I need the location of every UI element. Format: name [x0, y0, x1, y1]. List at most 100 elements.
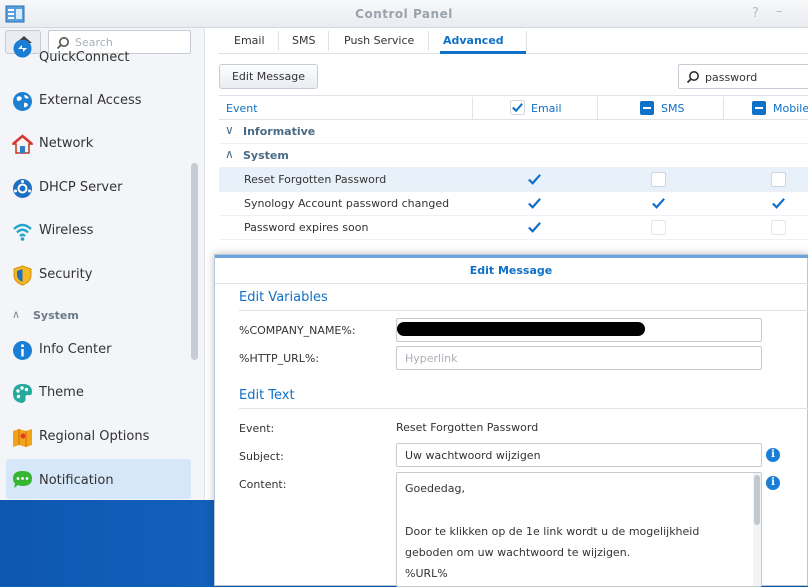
sidebar-item-label: Wireless [39, 223, 94, 238]
column-event[interactable]: Event [226, 102, 258, 115]
group-row-system[interactable]: ∧ System [219, 144, 808, 168]
sidebar-item-regional-options[interactable]: Regional Options [0, 419, 191, 455]
edit-variables-heading: Edit Variables [239, 290, 328, 305]
mobile-partial-checkbox[interactable] [752, 101, 766, 115]
sms-checkbox[interactable] [651, 172, 666, 187]
sidebar-item-external-access[interactable]: External Access [0, 83, 191, 119]
sidebar-item-wireless[interactable]: Wireless [0, 213, 191, 249]
sidebar-item-label: QuickConnect [39, 50, 130, 65]
chevron-down-icon: ∨ [225, 123, 234, 137]
active-tab-indicator [440, 51, 526, 54]
sidebar-item-security[interactable]: Security [0, 257, 191, 293]
sidebar-item-notification[interactable]: Notification [6, 459, 191, 499]
edit-message-button[interactable]: Edit Message [219, 64, 318, 89]
column-email[interactable]: Email [531, 102, 562, 115]
event-search-value: password [705, 71, 758, 84]
sms-checkbox[interactable] [651, 220, 666, 235]
company-name-field[interactable] [396, 318, 762, 342]
event-name: Synology Account password changed [244, 197, 450, 210]
table-row[interactable]: Password expires soon [219, 216, 808, 240]
tab-email[interactable]: Email [234, 34, 265, 47]
window-title: Control Panel [355, 7, 453, 21]
sms-checkbox[interactable] [651, 196, 666, 211]
tab-bar: Email SMS Push Service Advanced [218, 28, 808, 54]
event-name: Reset Forgotten Password [244, 173, 387, 186]
edit-text-heading: Edit Text [239, 388, 295, 403]
email-checkbox[interactable] [527, 172, 542, 187]
event-name: Password expires soon [244, 221, 369, 234]
sidebar-item-label: Regional Options [39, 429, 150, 444]
content-textarea[interactable]: Goededag, Door te klikken op de 1e link … [396, 472, 762, 587]
palette-icon [13, 384, 32, 403]
table-row[interactable]: Synology Account password changed [219, 192, 808, 216]
sidebar-group-label: System [33, 309, 79, 322]
grid-header: Event Email SMS Mobile [219, 95, 808, 120]
sidebar-group-system[interactable]: ∧ System [0, 304, 191, 326]
events-grid: Event Email SMS Mobile ∨ Informative ∧ S… [219, 95, 808, 267]
content-line: Goededag, [405, 482, 465, 495]
tab-sms[interactable]: SMS [292, 34, 315, 47]
event-search-input[interactable]: password [678, 64, 808, 89]
quickconnect-icon [13, 40, 32, 58]
sidebar-item-label: Notification [39, 473, 114, 488]
chevron-up-icon: ∧ [225, 147, 234, 161]
tab-advanced[interactable]: Advanced [443, 34, 504, 47]
shield-icon [13, 265, 32, 286]
edit-message-dialog: Edit Message Edit Variables %COMPANY_NAM… [214, 254, 808, 587]
email-checkbox[interactable] [527, 196, 542, 211]
group-label: System [243, 149, 289, 162]
http-url-placeholder: Hyperlink [405, 352, 458, 365]
http-url-label: %HTTP_URL%: [239, 352, 320, 365]
dialog-title: Edit Message [469, 264, 553, 277]
dhcp-icon [13, 179, 32, 198]
content-info-icon[interactable]: i [766, 476, 780, 490]
sidebar-scrollbar[interactable] [191, 163, 198, 360]
sidebar-item-label: Network [39, 136, 94, 151]
sidebar-item-label: External Access [39, 93, 142, 108]
house-network-icon [12, 134, 33, 154]
sidebar-item-theme[interactable]: Theme [0, 375, 191, 411]
sidebar-item-dhcp-server[interactable]: DHCP Server [0, 170, 191, 206]
group-row-informative[interactable]: ∨ Informative [219, 120, 808, 144]
mobile-checkbox[interactable] [771, 220, 786, 235]
column-mobile[interactable]: Mobile [773, 102, 808, 115]
sidebar-item-label: Security [39, 267, 93, 282]
subject-info-icon[interactable]: i [766, 448, 780, 462]
minimize-icon[interactable]: – [776, 4, 783, 19]
redacted-value [397, 322, 645, 336]
subject-value: Uw wachtwoord wijzigen [405, 449, 541, 462]
chevron-up-icon: ∧ [12, 308, 21, 321]
dialog-top-border [215, 255, 808, 258]
mobile-checkbox[interactable] [771, 172, 786, 187]
content-line: %URL% [405, 567, 448, 580]
group-label: Informative [243, 125, 316, 138]
map-icon [13, 429, 32, 447]
content-line: geboden om uw wachtwoord te wijzigen. [405, 546, 631, 559]
subject-label: Subject: [239, 450, 284, 463]
email-checkbox[interactable] [527, 220, 542, 235]
subject-field[interactable]: Uw wachtwoord wijzigen [396, 443, 762, 467]
column-sms[interactable]: SMS [661, 102, 684, 115]
title-bar[interactable]: Control Panel ? – [0, 0, 808, 28]
chat-bubble-icon [13, 471, 32, 488]
http-url-field[interactable]: Hyperlink [396, 346, 762, 370]
tab-push-service[interactable]: Push Service [344, 34, 414, 47]
sms-partial-checkbox[interactable] [640, 101, 654, 115]
content-label: Content: [239, 478, 287, 491]
sidebar-item-network[interactable]: Network [0, 126, 191, 162]
info-icon [13, 341, 32, 360]
help-icon[interactable]: ? [752, 6, 759, 21]
event-value: Reset Forgotten Password [396, 421, 539, 434]
sidebar-item-label: Theme [39, 385, 84, 400]
email-all-checkbox[interactable] [510, 100, 525, 115]
event-label: Event: [239, 422, 275, 435]
sidebar-item-quickconnect[interactable]: QuickConnect [0, 40, 191, 66]
table-row[interactable]: Reset Forgotten Password [219, 168, 808, 192]
search-icon [686, 71, 699, 84]
sidebar: Search QuickConnect External Access Netw… [0, 28, 205, 500]
mobile-checkbox[interactable] [771, 196, 786, 211]
sidebar-item-info-center[interactable]: Info Center [0, 332, 191, 368]
sidebar-item-label: Info Center [39, 342, 112, 357]
content-scrollbar[interactable] [753, 473, 761, 586]
sidebar-item-label: DHCP Server [39, 180, 123, 195]
